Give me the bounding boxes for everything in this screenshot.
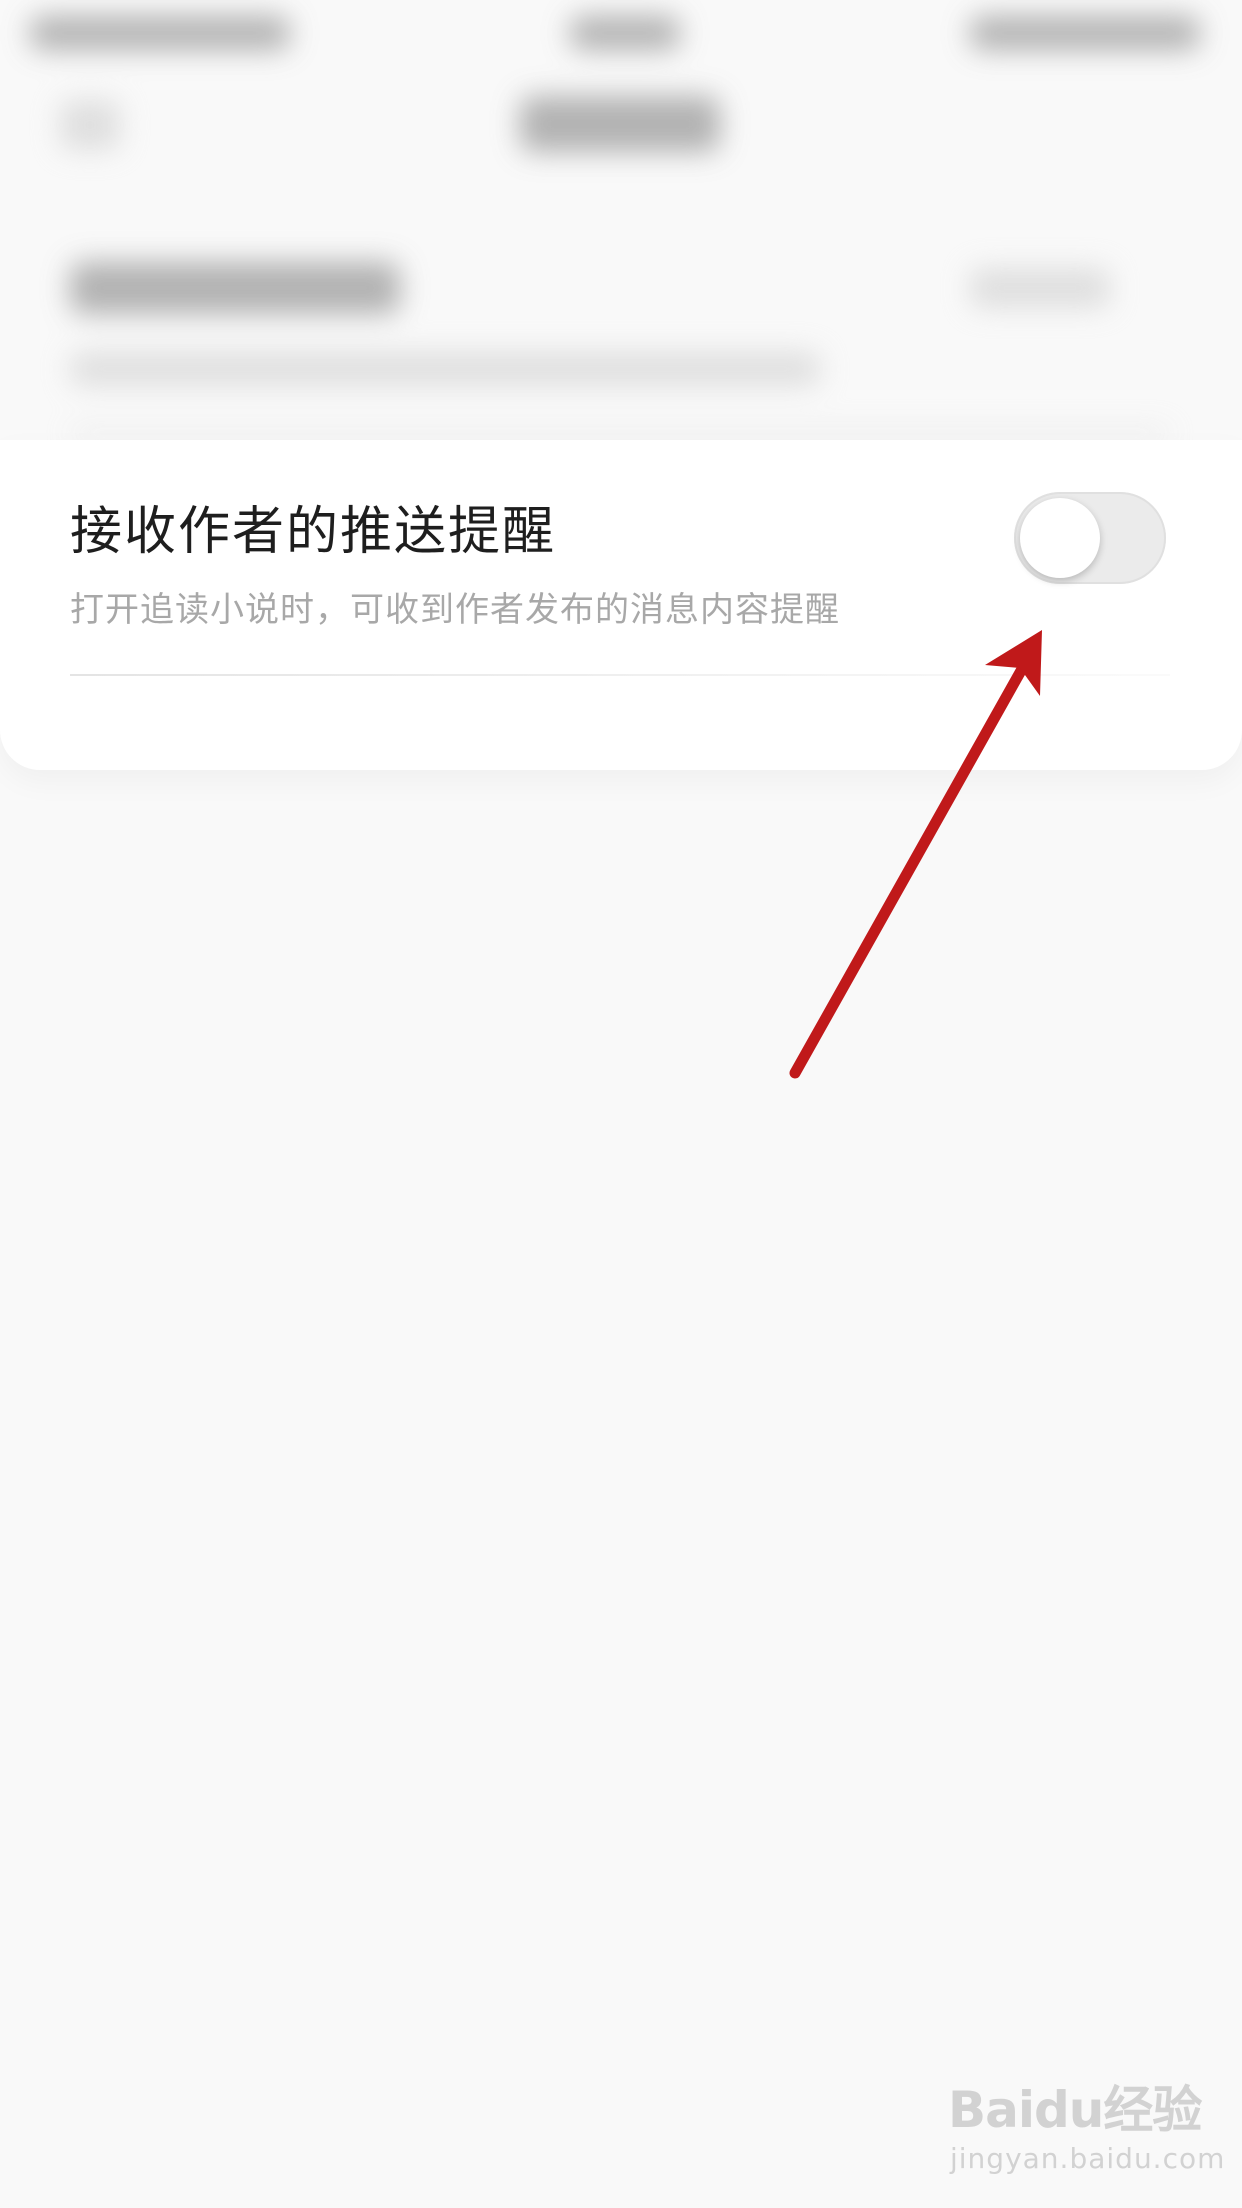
- watermark-url: jingyan.baidu.com: [950, 2142, 1226, 2175]
- setting-description: 打开追读小说时，可收到作者发布的消息内容提醒: [70, 590, 840, 630]
- setting-title: 接收作者的推送提醒: [70, 502, 557, 562]
- row-divider: [70, 674, 1170, 676]
- watermark-logo: Baidu经验: [948, 2081, 1202, 2139]
- blurred-header-region: [0, 0, 1242, 460]
- baidu-watermark: Baidu经验 jingyan.baidu.com: [948, 2070, 1224, 2190]
- toggle-knob[interactable]: [1020, 498, 1100, 578]
- settings-screen: 接收作者的推送提醒 打开追读小说时，可收到作者发布的消息内容提醒 Baidu经验…: [0, 0, 1242, 2208]
- author-push-toggle[interactable]: [1014, 492, 1166, 584]
